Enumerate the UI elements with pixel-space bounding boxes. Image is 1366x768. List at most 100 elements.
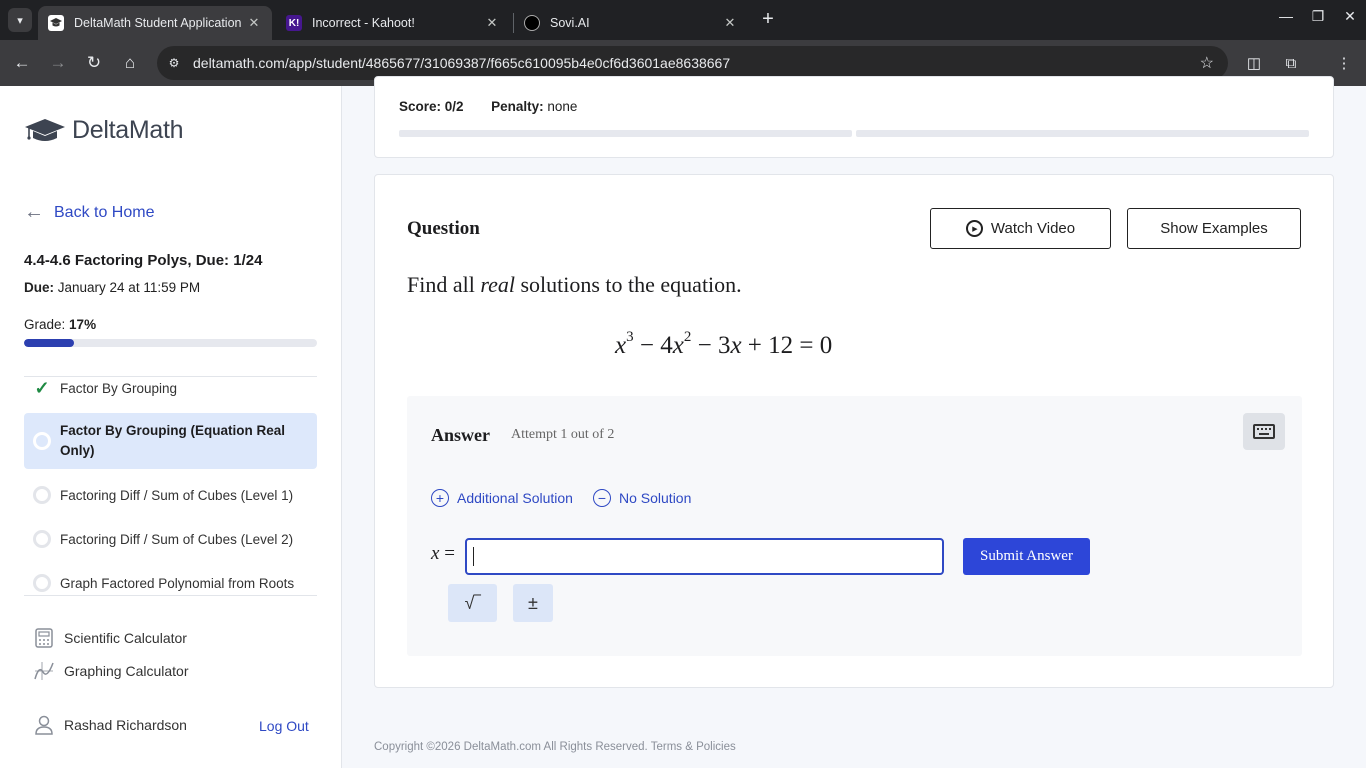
plus-minus-icon: ±	[528, 592, 538, 613]
minus-circle-icon: −	[593, 489, 611, 507]
skill-label: Factor By Grouping	[60, 380, 178, 396]
sidebar: DeltaMath ← Back to Home 4.4-4.6 Factori…	[0, 86, 342, 768]
user-icon	[34, 714, 54, 736]
due-label: Due:	[24, 280, 54, 295]
question-prompt: Find all real solutions to the equation.	[407, 272, 742, 297]
tab-search-button[interactable]: ▾	[8, 8, 32, 32]
play-icon: ▶	[965, 220, 983, 237]
graphing-calculator-link[interactable]: Graphing Calculator	[34, 660, 189, 682]
sovi-icon	[524, 15, 540, 31]
tab-close-icon[interactable]: ✕	[722, 15, 738, 31]
grade-value: 17%	[69, 317, 97, 332]
skill-list: ✓ Factor By Grouping Factor By Grouping …	[24, 376, 317, 596]
grade: Grade: 17%	[24, 317, 96, 332]
site-info-icon[interactable]: ⚙	[165, 54, 183, 72]
due-value: January 24 at 11:59 PM	[57, 280, 201, 295]
score-progress-segment	[856, 130, 1309, 137]
skill-label: Factoring Diff / Sum of Cubes (Level 1)	[60, 487, 294, 503]
left-arrow-icon: ←	[24, 201, 44, 223]
deltamath-cap-icon	[48, 15, 64, 31]
tab-close-icon[interactable]: ✕	[246, 15, 262, 31]
tab-title: Sovi.AI	[550, 16, 590, 30]
grade-progress-bar	[24, 339, 317, 347]
back-to-home-link[interactable]: ← Back to Home	[24, 201, 154, 224]
tab-kahoot[interactable]: K! Incorrect - Kahoot! ✕	[276, 6, 510, 40]
sqrt-button[interactable]: √‾	[448, 584, 497, 622]
assignment-title: 4.4-4.6 Factoring Polys, Due: 1/24	[24, 252, 263, 269]
back-arrow-icon[interactable]: ←	[10, 51, 34, 75]
penalty-value: none	[547, 99, 578, 114]
graph-icon	[34, 660, 54, 682]
attempt-counter: Attempt 1 out of 2	[511, 427, 615, 442]
tab-title: DeltaMath Student Application	[74, 16, 242, 30]
grade-label: Grade:	[24, 317, 66, 332]
score-value: 0/2	[444, 99, 464, 114]
submit-answer-button[interactable]: Submit Answer	[963, 538, 1090, 575]
home-icon[interactable]: ⌂	[118, 51, 142, 75]
minimize-icon[interactable]: —	[1274, 8, 1298, 24]
skill-item-graph-factored[interactable]: Graph Factored Polynomial from Roots	[24, 561, 317, 595]
tab-title: Incorrect - Kahoot!	[312, 16, 415, 30]
keyboard-toggle-button[interactable]	[1243, 413, 1285, 450]
score-progress-segment	[399, 130, 852, 137]
user-profile: Rashad Richardson	[34, 714, 187, 736]
checkmark-icon: ✓	[34, 377, 50, 398]
due-date: Due: January 24 at 11:59 PM	[24, 280, 200, 295]
terms-link[interactable]: Terms & Policies	[651, 741, 736, 753]
answer-heading: Answer	[431, 425, 490, 445]
answer-variable: x =	[431, 543, 455, 564]
question-heading: Question	[407, 218, 480, 239]
skill-label: Graph Factored Polynomial from Roots	[60, 575, 295, 591]
skill-item-cubes-level-2[interactable]: Factoring Diff / Sum of Cubes (Level 2)	[24, 517, 317, 561]
graduation-cap-icon	[25, 118, 65, 141]
plus-minus-button[interactable]: ±	[513, 584, 553, 622]
logout-link[interactable]: Log Out	[259, 718, 309, 734]
score-label: Score:	[399, 99, 442, 114]
reload-icon[interactable]: ↻	[82, 51, 106, 75]
no-solution-button[interactable]: − No Solution	[593, 489, 691, 507]
extensions-icon[interactable]: ⧉	[1280, 52, 1302, 74]
new-tab-button[interactable]: +	[758, 9, 778, 29]
skill-item-factor-by-grouping-equation[interactable]: Factor By Grouping (Equation Real Only)	[24, 413, 317, 469]
score-card: Score: 0/2 Penalty: none	[374, 76, 1334, 158]
skill-item-factor-by-grouping[interactable]: ✓ Factor By Grouping	[24, 378, 317, 398]
additional-solution-button[interactable]: + Additional Solution	[431, 489, 573, 507]
skill-label: Factor By Grouping (Equation Real Only)	[60, 423, 286, 458]
tab-close-icon[interactable]: ✕	[484, 15, 500, 31]
question-card: Question ▶ Watch Video Show Examples Fin…	[374, 174, 1334, 688]
plus-circle-icon: +	[431, 489, 449, 507]
watch-video-button[interactable]: ▶ Watch Video	[930, 208, 1111, 249]
text-caret	[473, 547, 474, 566]
bookmark-star-icon[interactable]: ☆	[1200, 53, 1214, 73]
forward-arrow-icon[interactable]: →	[46, 51, 70, 75]
tab-sovi[interactable]: Sovi.AI ✕	[514, 6, 748, 40]
skill-item-cubes-level-1[interactable]: Factoring Diff / Sum of Cubes (Level 1)	[24, 473, 317, 517]
progress-ring-icon	[32, 529, 52, 549]
close-window-icon[interactable]: ✕	[1338, 8, 1362, 25]
copyright-text: Copyright ©2026 DeltaMath.com All Rights…	[374, 741, 648, 753]
deltamath-logo[interactable]: DeltaMath	[24, 116, 184, 145]
restore-icon[interactable]: ❐	[1306, 8, 1330, 25]
kahoot-icon: K!	[286, 15, 302, 31]
show-examples-label: Show Examples	[1160, 220, 1268, 237]
url-text[interactable]: deltamath.com/app/student/4865677/310693…	[193, 55, 730, 71]
scientific-calculator-link[interactable]: Scientific Calculator	[34, 627, 187, 649]
tab-deltamath[interactable]: DeltaMath Student Application ✕	[38, 6, 272, 40]
answer-area: Answer Attempt 1 out of 2 + Additional S…	[407, 396, 1302, 656]
sqrt-icon: √‾	[464, 592, 481, 613]
browser-menu-icon[interactable]: ⋮	[1333, 52, 1355, 74]
address-bar[interactable]: ⚙ deltamath.com/app/student/4865677/3106…	[157, 46, 1228, 80]
tool-label: Scientific Calculator	[64, 630, 187, 646]
skill-label: Factoring Diff / Sum of Cubes (Level 2)	[60, 531, 294, 547]
back-to-home-label: Back to Home	[54, 203, 155, 221]
calculator-icon	[34, 627, 54, 649]
tool-label: Graphing Calculator	[64, 663, 189, 679]
answer-input[interactable]	[465, 538, 944, 575]
no-solution-label: No Solution	[619, 490, 692, 506]
progress-ring-icon	[32, 485, 52, 505]
score-line: Score: 0/2 Penalty: none	[399, 99, 577, 114]
keyboard-icon	[1253, 424, 1275, 439]
reading-mode-icon[interactable]: ◫	[1243, 52, 1265, 74]
show-examples-button[interactable]: Show Examples	[1127, 208, 1301, 249]
progress-ring-icon	[32, 431, 52, 451]
